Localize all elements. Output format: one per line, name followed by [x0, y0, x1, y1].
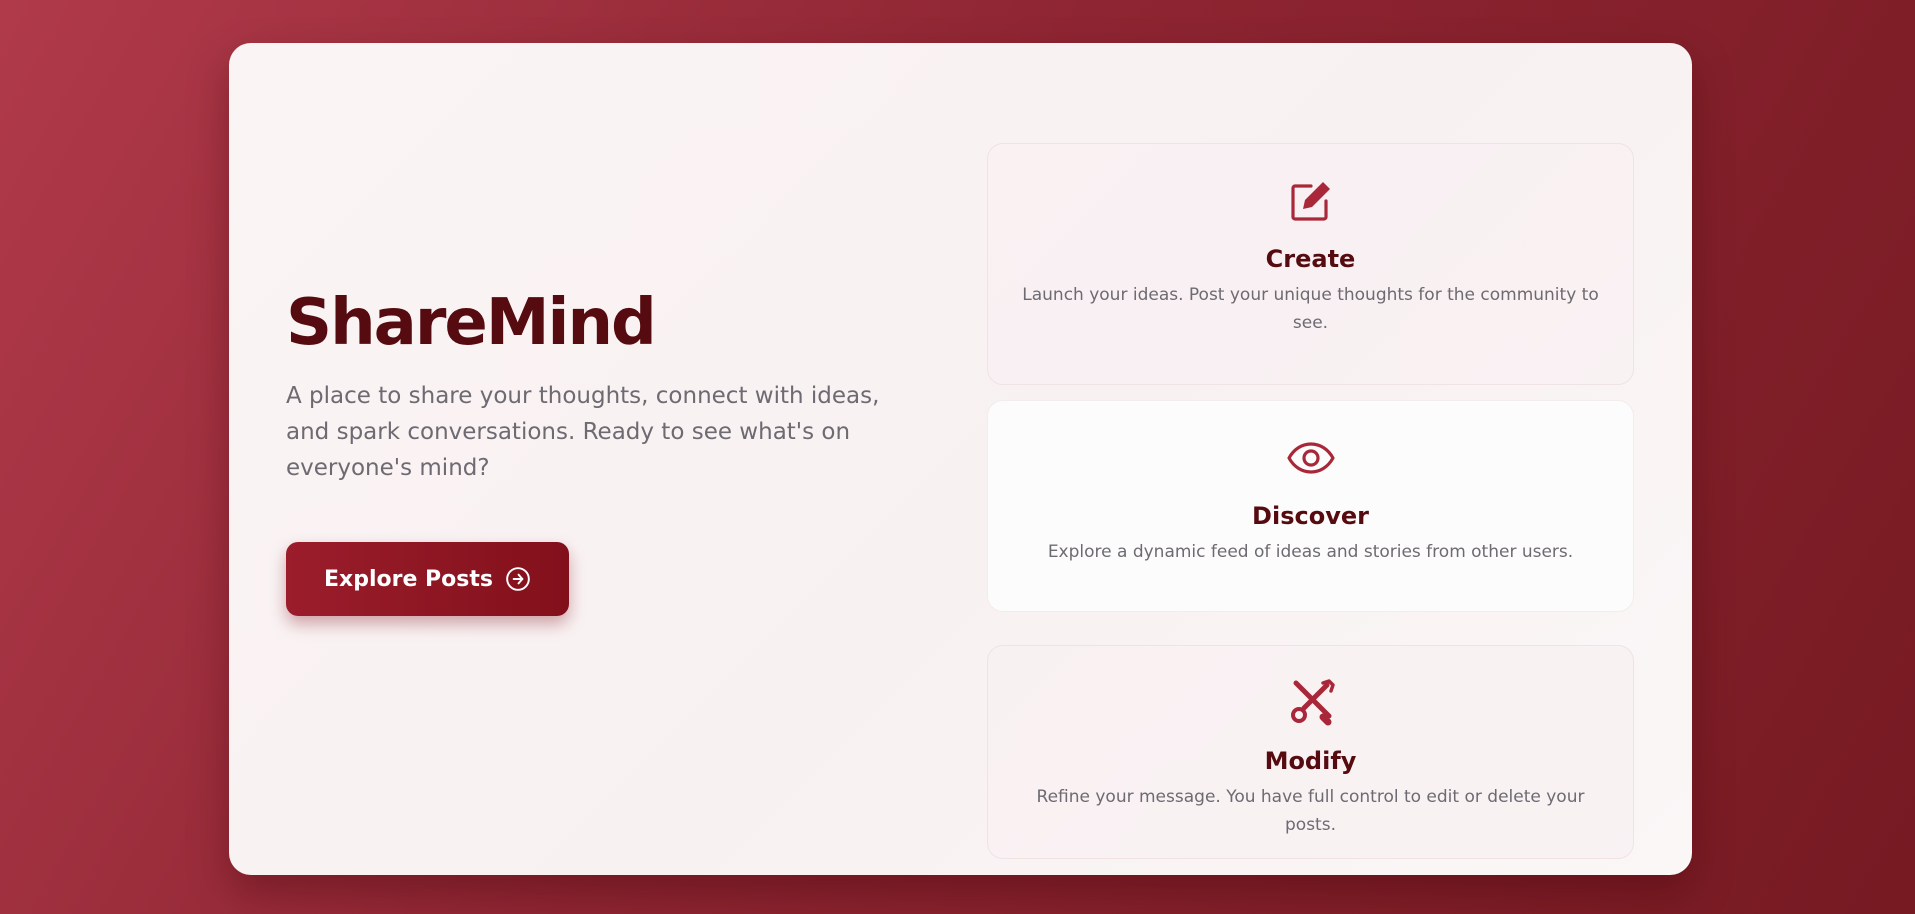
hero-card: ShareMind A place to share your thoughts…: [229, 43, 1692, 875]
tools-icon: [1287, 679, 1335, 727]
feature-description: Launch your ideas. Post your unique thou…: [1022, 285, 1599, 333]
feature-title: Modify: [1264, 747, 1357, 775]
feature-card-modify[interactable]: Modify Refine your message. You have ful…: [987, 645, 1634, 859]
edit-icon: [1287, 177, 1335, 225]
feature-title: Create: [1265, 245, 1356, 273]
feature-title: Discover: [1252, 502, 1369, 530]
brand-title: ShareMind: [286, 286, 657, 360]
explore-posts-button[interactable]: Explore Posts: [286, 542, 569, 617]
hero-tagline: A place to share your thoughts, connect …: [286, 383, 880, 482]
eye-icon: [1286, 434, 1335, 482]
explore-posts-label: Explore Posts: [324, 566, 493, 592]
arrow-circle-right-icon: [505, 566, 531, 592]
hero-section: ShareMind A place to share your thoughts…: [286, 286, 926, 617]
feature-description: Refine your message. You have full contr…: [1036, 787, 1585, 835]
feature-description: Explore a dynamic feed of ideas and stor…: [1047, 542, 1574, 562]
feature-card-discover[interactable]: Discover Explore a dynamic feed of ideas…: [987, 400, 1634, 612]
feature-card-create[interactable]: Create Launch your ideas. Post your uniq…: [987, 143, 1634, 385]
